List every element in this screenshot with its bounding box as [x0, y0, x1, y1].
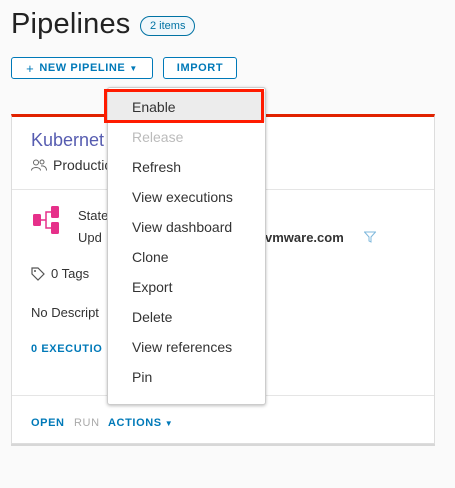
updated-label: Upd — [78, 230, 102, 245]
menu-item-pin[interactable]: Pin — [108, 362, 265, 392]
item-count-badge: 2 items — [140, 16, 196, 36]
open-link[interactable]: OPEN — [31, 417, 65, 429]
menu-item-view-executions[interactable]: View executions — [108, 182, 265, 212]
page-title: Pipelines — [11, 8, 131, 40]
project-row: Productic — [31, 157, 111, 173]
new-pipeline-label: NEW PIPELINE — [39, 62, 126, 74]
executions-link[interactable]: 0 EXECUTIO — [31, 343, 102, 355]
run-link: RUN — [74, 417, 100, 429]
menu-item-clone[interactable]: Clone — [108, 242, 265, 272]
actions-label: ACTIONS — [108, 417, 162, 429]
menu-item-export[interactable]: Export — [108, 272, 265, 302]
tags-row: 0 Tags — [31, 266, 89, 281]
chevron-down-icon: ▼ — [129, 63, 138, 73]
pipeline-name-link[interactable]: Kubernet — [31, 130, 104, 151]
filter-icon[interactable] — [364, 231, 376, 243]
users-icon — [31, 159, 47, 171]
project-name: Productic — [53, 157, 112, 173]
menu-item-view-references[interactable]: View references — [108, 332, 265, 362]
menu-item-view-dashboard[interactable]: View dashboard — [108, 212, 265, 242]
tags-count: 0 Tags — [51, 266, 90, 281]
actions-dropdown[interactable]: ACTIONS ▼ — [108, 417, 173, 429]
menu-item-release: Release — [132, 129, 184, 145]
updated-by-value: vmware.com — [265, 230, 344, 245]
description-text: No Descript — [31, 305, 99, 320]
plus-icon: + — [26, 60, 35, 76]
actions-menu: Enable Release Refresh View executions V… — [107, 87, 266, 405]
menu-item-delete[interactable]: Delete — [108, 302, 265, 332]
pipeline-icon — [33, 206, 59, 234]
new-pipeline-button[interactable]: + NEW PIPELINE ▼ — [11, 57, 153, 79]
import-button[interactable]: IMPORT — [163, 57, 237, 79]
import-label: IMPORT — [176, 62, 224, 74]
tag-icon — [31, 266, 45, 281]
chevron-down-icon: ▼ — [164, 419, 174, 428]
menu-item-enable[interactable]: Enable — [108, 92, 265, 122]
state-label: State — [78, 208, 109, 223]
menu-item-refresh[interactable]: Refresh — [108, 152, 265, 182]
